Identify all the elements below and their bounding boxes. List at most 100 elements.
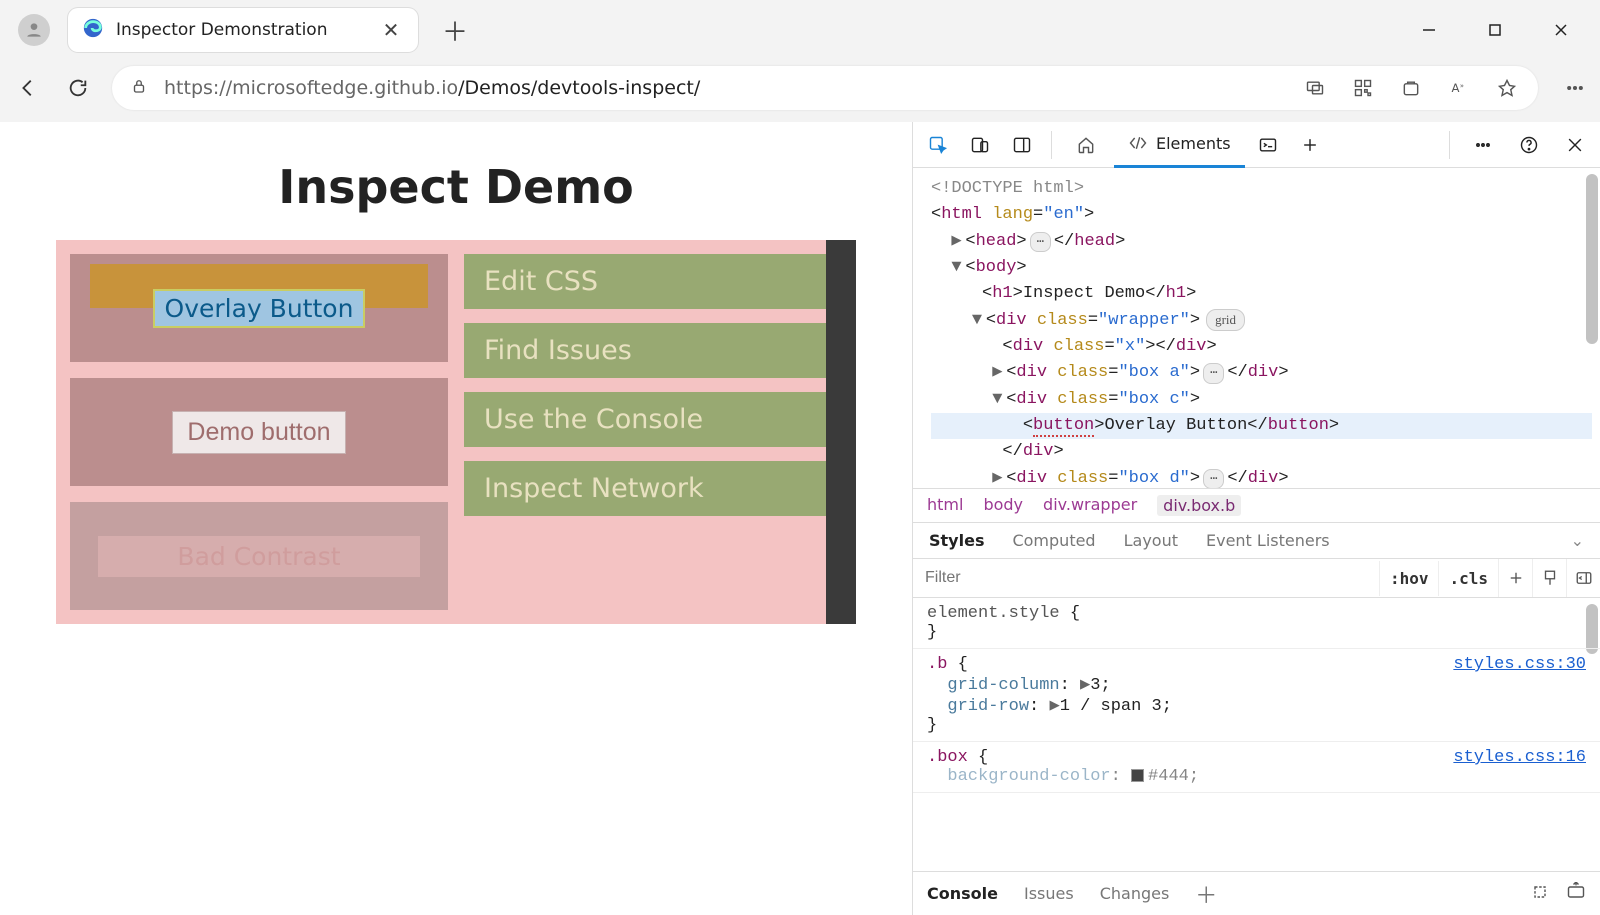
rule-b[interactable]: styles.css:30 .b { grid-column: ▶3; grid… [913, 649, 1600, 742]
dom-box-c: box c [1129, 390, 1180, 409]
crumb-wrapper[interactable]: div.wrapper [1043, 495, 1137, 516]
stab-computed[interactable]: Computed [1012, 531, 1095, 550]
device-toolbar-icon[interactable] [961, 126, 999, 164]
settings-menu-button[interactable] [1562, 75, 1588, 101]
demo-wrapper: Overlay Button Edit CSS Find Issues Use … [56, 240, 856, 624]
overlay-button-highlighted[interactable]: Overlay Button [153, 289, 366, 328]
stab-styles[interactable]: Styles [929, 531, 984, 550]
url-text: https://microsoftedge.github.io/Demos/de… [164, 77, 700, 99]
cls-toggle[interactable]: .cls [1438, 561, 1498, 596]
dom-button-text: Overlay Button [1104, 416, 1247, 435]
drawer-add-tab-icon[interactable]: ＋ [1195, 878, 1217, 910]
toolbar: https://microsoftedge.github.io/Demos/de… [0, 60, 1600, 122]
tab-welcome[interactable] [1062, 122, 1110, 168]
maximize-button[interactable] [1480, 15, 1510, 45]
browser-tab[interactable]: Inspector Demonstration ✕ [68, 8, 418, 52]
crumb-body[interactable]: body [983, 495, 1023, 516]
refresh-button[interactable] [62, 72, 94, 104]
styles-filter-input[interactable] [913, 559, 1379, 597]
new-style-rule-icon[interactable] [1498, 559, 1532, 597]
dom-breadcrumb[interactable]: html body div.wrapper div.box.b [913, 488, 1600, 523]
color-swatch-icon[interactable] [1131, 769, 1144, 782]
box-a: Overlay Button [70, 254, 448, 362]
link-inspect-network[interactable]: Inspect Network [464, 461, 842, 516]
help-icon[interactable] [1510, 126, 1548, 164]
rule-element-style[interactable]: element.style {} [913, 598, 1600, 649]
demo-button[interactable]: Demo button [172, 411, 345, 454]
close-devtools-icon[interactable] [1556, 126, 1594, 164]
styles-toolbar: :hov .cls [913, 559, 1600, 598]
stab-event-listeners[interactable]: Event Listeners [1206, 531, 1330, 550]
dock-side-icon[interactable] [1003, 126, 1041, 164]
drawer-tab-console[interactable]: Console [927, 884, 998, 903]
rule-b-val2: 1 / span 3 [1060, 697, 1162, 716]
close-window-button[interactable] [1546, 15, 1576, 45]
crumb-box-b[interactable]: div.box.b [1157, 495, 1241, 516]
tab-elements[interactable]: Elements [1114, 122, 1245, 168]
chevron-down-icon[interactable]: ⌄ [1571, 531, 1584, 550]
back-button[interactable] [12, 72, 44, 104]
titlebar: Inspector Demonstration ✕ ＋ [0, 0, 1600, 60]
drawer-expand-icon[interactable] [1530, 882, 1550, 906]
rule-box[interactable]: styles.css:16 .box { background-color: #… [913, 742, 1600, 793]
devtools-toolbar: Elements [913, 122, 1600, 168]
address-bar-actions: A» [1302, 75, 1520, 101]
rule-b-src[interactable]: styles.css:30 [1453, 655, 1586, 674]
dom-selected-line[interactable]: <button>Overlay Button</button> [931, 413, 1592, 439]
bad-contrast-button[interactable]: Bad Contrast [98, 536, 419, 577]
dom-box-a: box a [1129, 363, 1180, 382]
qr-icon[interactable] [1350, 75, 1376, 101]
rule-box-sel: .box [927, 748, 968, 767]
dom-body: body [976, 258, 1017, 277]
tab-console-icon[interactable] [1249, 126, 1287, 164]
favorite-icon[interactable] [1494, 75, 1520, 101]
collections-icon[interactable] [1398, 75, 1424, 101]
crumb-html[interactable]: html [927, 495, 963, 516]
grid-badge[interactable]: grid [1206, 309, 1245, 331]
page-title: Inspect Demo [0, 160, 912, 214]
minimize-button[interactable] [1414, 15, 1444, 45]
dom-scrollbar[interactable] [1586, 174, 1598, 344]
add-tab-icon[interactable] [1291, 126, 1329, 164]
dom-html-lang: en [1053, 205, 1073, 224]
drawer-tab-changes[interactable]: Changes [1100, 884, 1170, 903]
url-host: https://microsoftedge.github.io [164, 77, 458, 99]
dom-doctype: <!DOCTYPE html> [931, 179, 1084, 198]
dom-wrapper-class: wrapper [1108, 311, 1179, 330]
rule-element-style-sel: element.style [927, 604, 1060, 623]
rule-box-src[interactable]: styles.css:16 [1453, 748, 1586, 767]
devtools-drawer: Console Issues Changes ＋ [913, 871, 1600, 915]
hov-toggle[interactable]: :hov [1379, 561, 1439, 596]
drawer-tab-issues[interactable]: Issues [1024, 884, 1074, 903]
svg-text:A: A [1452, 81, 1460, 95]
read-aloud-icon[interactable]: A» [1446, 75, 1472, 101]
window-controls [1414, 15, 1592, 45]
link-edit-css[interactable]: Edit CSS [464, 254, 842, 309]
stab-layout[interactable]: Layout [1124, 531, 1178, 550]
rule-b-prop2: grid-row [947, 697, 1029, 716]
toggle-sidebar-icon[interactable] [1566, 559, 1600, 597]
rule-b-prop1: grid-column [947, 676, 1059, 695]
inspect-element-icon[interactable] [919, 126, 957, 164]
new-tab-button[interactable]: ＋ [442, 17, 468, 43]
profile-avatar[interactable] [18, 14, 50, 46]
box-d: Bad Contrast [70, 502, 448, 610]
dom-tree[interactable]: <!DOCTYPE html> <html lang="en"> ▶<head>… [913, 168, 1600, 488]
dom-html: html [941, 205, 982, 224]
more-tools-icon[interactable] [1464, 126, 1502, 164]
styles-rules[interactable]: element.style {} styles.css:30 .b { grid… [913, 598, 1600, 871]
drawer-collapse-icon[interactable] [1566, 882, 1586, 906]
flex-editor-icon[interactable] [1532, 559, 1566, 597]
tab-close-icon[interactable]: ✕ [378, 17, 404, 43]
devtools-panel: Elements <!DOCTYPE html> <html lang="en"… [912, 122, 1600, 915]
link-find-issues[interactable]: Find Issues [464, 323, 842, 378]
dom-h1-text: Inspect Demo [1023, 284, 1145, 303]
rule-b-sel: .b [927, 655, 947, 674]
screencast-icon[interactable] [1302, 75, 1328, 101]
address-bar[interactable]: https://microsoftedge.github.io/Demos/de… [112, 66, 1538, 110]
rule-box-prop: background-color [947, 767, 1110, 786]
dom-head: head [976, 232, 1017, 251]
rule-b-val1: 3 [1090, 676, 1100, 695]
url-path: /Demos/devtools-inspect/ [458, 77, 700, 99]
link-use-console[interactable]: Use the Console [464, 392, 842, 447]
